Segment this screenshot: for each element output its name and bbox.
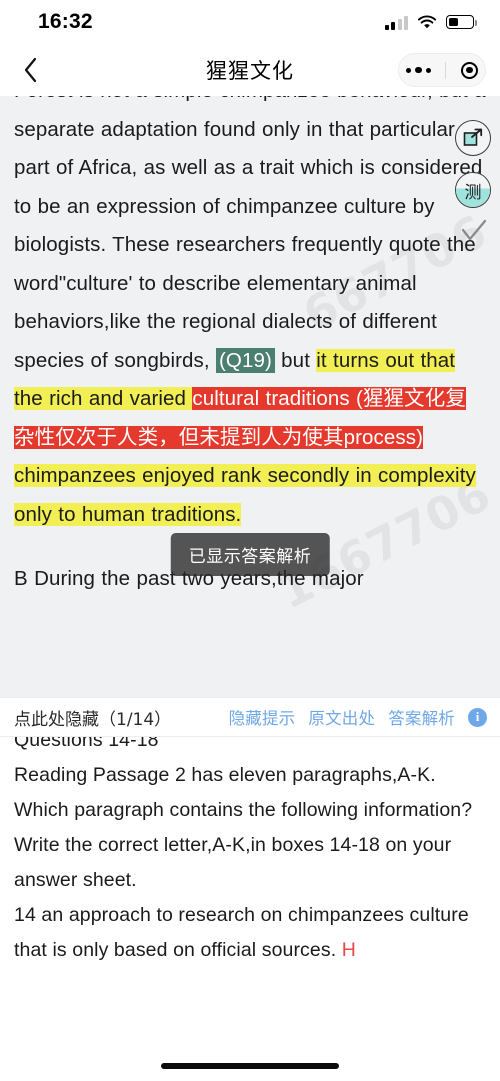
test-circle-icon: 测	[456, 173, 490, 207]
questions-text: Questions 14-18 Reading Passage 2 has el…	[14, 737, 486, 968]
question-line: Which paragraph contains the following i…	[14, 799, 473, 821]
question-answer-text: that is only based on official sources.	[14, 939, 342, 961]
toast-message: 已显示答案解析	[170, 533, 330, 576]
question-answer-line: that is only based on official sources. …	[14, 933, 486, 968]
home-indicator-bar	[161, 1063, 339, 1069]
miniprogram-capsule[interactable]	[398, 53, 486, 87]
highlight-yellow-2[interactable]: chimpanzees enjoyed rank secondly in com…	[14, 464, 476, 526]
target-circle-icon[interactable]	[460, 61, 478, 79]
check-mark-icon	[460, 218, 488, 249]
nav-bar: 猩猩文化	[0, 44, 500, 96]
battery-icon	[446, 15, 477, 29]
toolbar-links: 隐藏提示 原文出处 答案解析 i	[229, 705, 487, 729]
source-text-link[interactable]: 原文出处	[308, 705, 375, 729]
passage-clipped-line: Forest is not a simple chimpanzee behavi…	[14, 96, 433, 102]
wifi-icon	[417, 15, 437, 30]
reading-pane[interactable]: 667706 1667706 Forest is not a simple ch…	[0, 96, 500, 697]
question-marker-q19[interactable]: (Q19)	[215, 347, 275, 373]
answer-analysis-link[interactable]: 答案解析	[388, 705, 455, 729]
passage-run-plain: but a separate adaptation found only in …	[14, 96, 486, 372]
status-icons	[384, 15, 477, 30]
question-line: Write the correct letter,A-K,in boxes 14…	[14, 834, 452, 856]
back-button[interactable]	[14, 53, 48, 87]
passage-text[interactable]: Forest is not a simple chimpanzee behavi…	[14, 96, 486, 599]
capsule-divider	[445, 61, 447, 79]
questions-heading: Questions 14-18	[14, 737, 159, 751]
export-note-button[interactable]	[455, 120, 491, 156]
questions-pane[interactable]: Questions 14-18 Reading Passage 2 has el…	[0, 737, 500, 1027]
info-circle-icon[interactable]: i	[468, 707, 487, 727]
export-arrow-icon	[456, 121, 490, 155]
signal-bars-icon	[384, 15, 408, 30]
chevron-left-icon	[24, 57, 37, 83]
more-dots-icon[interactable]	[406, 66, 431, 74]
test-button[interactable]: 测	[455, 172, 491, 208]
question-line: Reading Passage 2 has eleven paragraphs,…	[14, 764, 436, 786]
question-line: answer sheet.	[14, 869, 137, 891]
phone-screen: 16:32 猩猩文化 667706 1667706 separate adapt…	[0, 0, 500, 1081]
passage-run-plain-2: but	[274, 348, 317, 372]
status-bar: 16:32	[0, 0, 500, 44]
answer-toolbar: 点此处隐藏（1/14） 隐藏提示 原文出处 答案解析 i	[0, 697, 500, 737]
question-line: 14 an approach to research on chimpanzee…	[14, 904, 469, 926]
status-time: 16:32	[38, 10, 93, 33]
hide-panel-button[interactable]: 点此处隐藏（1/14）	[14, 705, 171, 730]
answer-letter: H	[341, 939, 356, 961]
hide-hint-link[interactable]: 隐藏提示	[229, 705, 296, 729]
page-title: 猩猩文化	[206, 59, 294, 83]
